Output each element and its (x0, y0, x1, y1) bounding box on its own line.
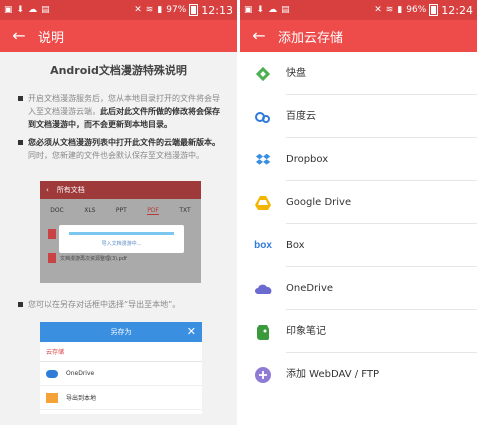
folder-icon (46, 392, 58, 403)
mute-icon: ✕ (374, 5, 382, 15)
doc-heading: Android文档漫游特殊说明 (50, 64, 187, 77)
back-arrow-icon: ‹ (46, 186, 49, 194)
tab-doc: DOC (50, 207, 64, 214)
tab-pdf: PDF (147, 207, 159, 215)
app-bar: ← 添加云存储 (240, 20, 477, 52)
service-item-box[interactable]: box Box (240, 224, 477, 267)
service-item-kuaipan[interactable]: 快盘 (240, 52, 477, 95)
service-item-add-webdav-ftp[interactable]: 添加 WebDAV / FTP (240, 353, 477, 396)
file-type-tabs: DOC XLS PPT PDF TXT (40, 199, 201, 215)
import-screenshot: ‹ 所有文档 DOC XLS PPT PDF TXT 文档漫游再次资源整理(3)… (40, 181, 201, 283)
tab-xls: XLS (84, 207, 96, 214)
paragraph-3-text: 您可以在另存对话框中选择“导出至本地”。 (28, 300, 181, 309)
back-arrow-icon[interactable]: ← (240, 20, 278, 52)
clock: 12:24 (441, 3, 473, 17)
shot-header-title: 所有文档 (56, 186, 85, 194)
clock: 12:13 (201, 3, 233, 17)
save-as-header: 另存为 ✕ (40, 322, 202, 342)
mute-icon: ✕ (134, 5, 142, 15)
progress-bar (69, 232, 174, 235)
download-icon: ⬇ (256, 5, 265, 15)
tab-ppt: PPT (115, 207, 127, 214)
status-bar: ▣ ⬇ ☁ ▤ ✕ ≋ ▮ 97% 12:13 (0, 0, 237, 20)
dropbox-icon (240, 152, 286, 168)
close-icon: ✕ (186, 325, 196, 338)
breadcrumb: 云存储 (40, 342, 202, 362)
evernote-icon (240, 324, 286, 340)
save-as-screenshot: 另存为 ✕ 云存储 OneDrive 导出到本地 (40, 322, 202, 414)
bullet-icon (18, 140, 23, 145)
service-label: 快盘 (286, 52, 477, 95)
service-label: Dropbox (286, 138, 477, 181)
paragraph-1: 开启文档漫游服务后，您从本地目录打开的文件将会导入至文档漫游云端，此后对此文件所… (0, 92, 237, 131)
paragraph-3: 您可以在另存对话框中选择“导出至本地”。 (0, 298, 237, 311)
add-icon (240, 366, 286, 383)
list-item: 导出到本地 (40, 386, 202, 410)
service-item-google-drive[interactable]: Google Drive (240, 181, 477, 224)
google-drive-icon (240, 195, 286, 210)
cloud-service-list: 快盘 百度云 Dropbox Google Drive box Box OneD… (240, 52, 477, 396)
page-title: 说明 (38, 30, 65, 46)
service-label: Box (286, 224, 477, 267)
onedrive-icon (240, 283, 286, 295)
cloud-icon: ☁ (268, 5, 278, 15)
service-label: 添加 WebDAV / FTP (286, 369, 379, 380)
list-item: OneDrive (40, 362, 202, 386)
status-bar: ▣ ⬇ ☁ ▤ ✕ ≋ ▮ 96% 12:24 (240, 0, 477, 20)
box-icon: box (254, 240, 272, 251)
paragraph-2: 您必须从文档漫游列表中打开此文件的云端最新版本。同时，您新建的文件也会默认保存至… (0, 136, 237, 162)
paragraph-2-emphasis: 您必须从文档漫游列表中打开此文件的云端最新版本。 (28, 138, 220, 147)
back-arrow-icon[interactable]: ← (0, 20, 38, 52)
bullet-icon (18, 302, 23, 307)
bullet-icon (18, 96, 23, 101)
document-icon: ▤ (41, 5, 50, 15)
service-label: OneDrive (286, 267, 477, 310)
gallery-icon: ▣ (4, 5, 13, 15)
add-cloud-storage-screen: ▣ ⬇ ☁ ▤ ✕ ≋ ▮ 96% 12:24 ← 添加云存储 快盘 百度云 D… (240, 0, 477, 425)
loading-dialog: 导入文档漫游中... (59, 225, 184, 253)
save-as-title: 另存为 (110, 328, 132, 336)
shot-header: ‹ 所有文档 (40, 181, 201, 199)
list-item-label: OneDrive (66, 370, 95, 377)
kuaipan-icon (240, 66, 286, 82)
battery-percent: 97% (166, 5, 187, 15)
explanation-screen: ▣ ⬇ ☁ ▤ ✕ ≋ ▮ 97% 12:13 ← 说明 Android文档漫游… (0, 0, 237, 425)
signal-icon: ▮ (397, 5, 403, 15)
service-item-baidu[interactable]: 百度云 (240, 95, 477, 138)
pdf-file-icon (48, 253, 56, 263)
file-row: 文档漫游再次资源整理(3).pdf (48, 253, 127, 263)
onedrive-icon (46, 369, 58, 378)
paragraph-2-text: 同时，您新建的文件也会默认保存至文档漫游中。 (28, 151, 204, 160)
service-item-dropbox[interactable]: Dropbox (240, 138, 477, 181)
service-item-onedrive[interactable]: OneDrive (240, 267, 477, 310)
wifi-icon: ≋ (145, 5, 154, 15)
service-label: 印象笔记 (286, 310, 477, 353)
gallery-icon: ▣ (244, 5, 253, 15)
battery-icon (429, 4, 439, 16)
service-label: Google Drive (286, 181, 477, 224)
app-bar: ← 说明 (0, 20, 237, 52)
service-label: 百度云 (286, 95, 477, 138)
service-item-evernote[interactable]: 印象笔记 (240, 310, 477, 353)
download-icon: ⬇ (16, 5, 25, 15)
document-icon: ▤ (281, 5, 290, 15)
battery-icon (189, 4, 199, 16)
pdf-file-icon (48, 229, 56, 239)
baidu-cloud-icon (240, 109, 286, 125)
list-item-label: 导出到本地 (66, 395, 97, 402)
signal-icon: ▮ (157, 5, 163, 15)
page-title: 添加云存储 (278, 30, 344, 46)
loading-text: 导入文档漫游中... (101, 241, 142, 247)
file-name: 文档漫游再次资源整理(3).pdf (60, 255, 127, 262)
tab-txt: TXT (179, 207, 191, 214)
battery-percent: 96% (406, 5, 427, 15)
wifi-icon: ≋ (385, 5, 394, 15)
cloud-icon: ☁ (28, 5, 38, 15)
